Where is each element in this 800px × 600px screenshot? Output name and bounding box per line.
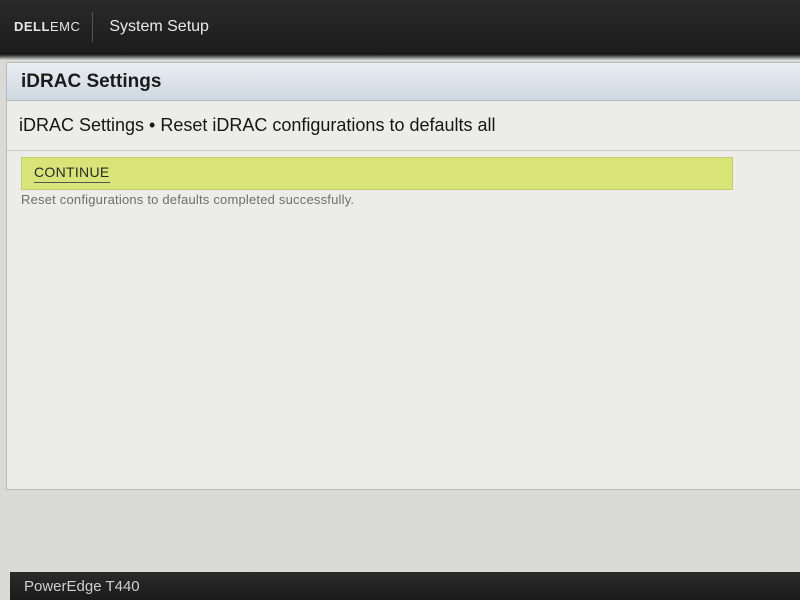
top-bar: DELL EMC System Setup (0, 0, 800, 54)
settings-panel: iDRAC Settings iDRAC Settings • Reset iD… (6, 62, 800, 490)
page-title: iDRAC Settings (21, 70, 162, 92)
lower-area (0, 490, 800, 572)
breadcrumb: iDRAC Settings • Reset iDRAC configurati… (19, 115, 496, 135)
footer-bar: PowerEdge T440 (10, 572, 800, 600)
logo-emc-text: EMC (49, 19, 81, 34)
panel-header: iDRAC Settings (7, 63, 800, 101)
logo-dell-text: DELL (14, 19, 50, 34)
breadcrumb-row: iDRAC Settings • Reset iDRAC configurati… (7, 101, 800, 151)
model-name: PowerEdge T440 (24, 577, 140, 595)
app-title: System Setup (109, 17, 209, 35)
status-message: Reset configurations to defaults complet… (21, 192, 355, 207)
dell-emc-logo: DELL EMC (14, 11, 94, 42)
continue-button[interactable]: CONTINUE (34, 164, 110, 183)
continue-bar[interactable]: CONTINUE (21, 157, 733, 190)
